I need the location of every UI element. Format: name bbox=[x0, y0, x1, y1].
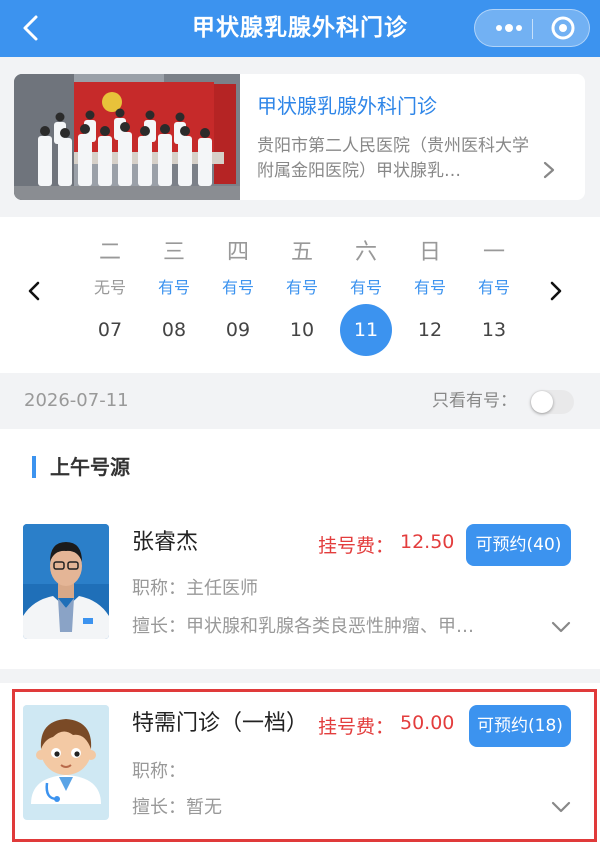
title-label: 职称： bbox=[132, 578, 186, 599]
doctor-specialty-row: 擅长：甲状腺和乳腺各类良恶性肿瘤、甲… bbox=[132, 612, 474, 638]
weekday-label: 四 bbox=[226, 240, 249, 265]
chevron-right-icon bbox=[541, 160, 557, 180]
filter-bar: 2026-07-11 只看有号： bbox=[0, 373, 600, 429]
date-08[interactable]: 三有号 08 bbox=[144, 217, 204, 373]
department-team-photo bbox=[14, 74, 240, 200]
weekday-label: 三 bbox=[162, 240, 185, 265]
weekday-label: 五 bbox=[290, 240, 313, 265]
availability-label: 有号 bbox=[477, 278, 510, 297]
date-11[interactable]: 六有号 11 bbox=[336, 217, 396, 373]
specialty-label: 擅长： bbox=[132, 616, 186, 637]
doctor-card: 张睿杰 挂号费： 12.50 可预约(40) 职称：主任医师 擅长：甲状腺和乳腺… bbox=[0, 524, 600, 664]
prev-week-icon[interactable] bbox=[24, 280, 44, 302]
morning-section: 上午号源 张睿杰 挂号费： 12.50 可预约(40) 职称：主任医师 擅长：甲… bbox=[0, 429, 600, 669]
weekday-label: 一 bbox=[482, 240, 505, 265]
fee-value: 12.50 bbox=[400, 531, 455, 553]
date-number: 12 bbox=[417, 319, 443, 341]
chevron-down-icon[interactable] bbox=[550, 619, 572, 633]
section-accent-bar bbox=[32, 456, 36, 478]
availability-label: 有号 bbox=[285, 278, 318, 297]
weekday-label: 二 bbox=[98, 240, 121, 265]
nav-bar: 甲状腺乳腺外科门诊 bbox=[0, 0, 600, 57]
department-card[interactable]: 甲状腺乳腺外科门诊 贵阳市第二人民医院（贵州医科大学附属金阳医院）甲状腺乳… bbox=[14, 74, 585, 200]
only-available-toggle[interactable] bbox=[530, 390, 574, 414]
doctor-name: 张睿杰 bbox=[132, 530, 199, 555]
availability-label: 无号 bbox=[93, 278, 126, 297]
capsule-divider bbox=[532, 19, 533, 39]
availability-label: 有号 bbox=[221, 278, 254, 297]
department-name: 甲状腺乳腺外科门诊 bbox=[257, 94, 437, 118]
availability-label: 有号 bbox=[157, 278, 190, 297]
doctor-photo bbox=[23, 524, 109, 639]
fee-label: 挂号费： bbox=[318, 535, 395, 557]
date-12[interactable]: 日有号 12 bbox=[400, 217, 460, 373]
availability-label: 有号 bbox=[413, 278, 446, 297]
specialty-value: 甲状腺和乳腺各类良恶性肿瘤、甲… bbox=[186, 616, 474, 637]
date-number: 08 bbox=[161, 319, 187, 341]
date-number: 09 bbox=[225, 319, 251, 341]
date-selector: 二无号 07 三有号 08 四有号 09 五有号 10 六有号 11 日有号 12 一有号 13 bbox=[0, 217, 600, 373]
date-07[interactable]: 二无号 07 bbox=[80, 217, 140, 373]
date-number: 13 bbox=[481, 319, 507, 341]
date-09[interactable]: 四有号 09 bbox=[208, 217, 268, 373]
doctor-title-row: 职称：主任医师 bbox=[132, 574, 258, 600]
selected-date: 2026-07-11 bbox=[24, 390, 129, 411]
toggle-knob bbox=[531, 391, 553, 413]
date-number: 10 bbox=[289, 319, 315, 341]
section-title: 上午号源 bbox=[50, 455, 130, 479]
highlight-frame bbox=[12, 689, 597, 842]
date-13[interactable]: 一有号 13 bbox=[464, 217, 524, 373]
book-button[interactable]: 可预约(40) bbox=[466, 524, 571, 566]
date-number: 07 bbox=[97, 319, 123, 341]
next-week-icon[interactable] bbox=[546, 280, 566, 302]
only-available-label: 只看有号： bbox=[432, 391, 517, 411]
weekday-label: 日 bbox=[418, 240, 441, 265]
weekday-label: 六 bbox=[354, 240, 377, 265]
date-10[interactable]: 五有号 10 bbox=[272, 217, 332, 373]
more-dots-icon[interactable] bbox=[489, 10, 529, 46]
date-number: 11 bbox=[340, 304, 392, 356]
mini-program-capsule bbox=[474, 9, 590, 47]
hospital-name: 贵阳市第二人民医院（贵州医科大学附属金阳医院）甲状腺乳… bbox=[257, 136, 529, 181]
title-value: 主任医师 bbox=[186, 578, 258, 599]
close-target-icon[interactable] bbox=[541, 10, 585, 46]
availability-label: 有号 bbox=[349, 278, 382, 297]
